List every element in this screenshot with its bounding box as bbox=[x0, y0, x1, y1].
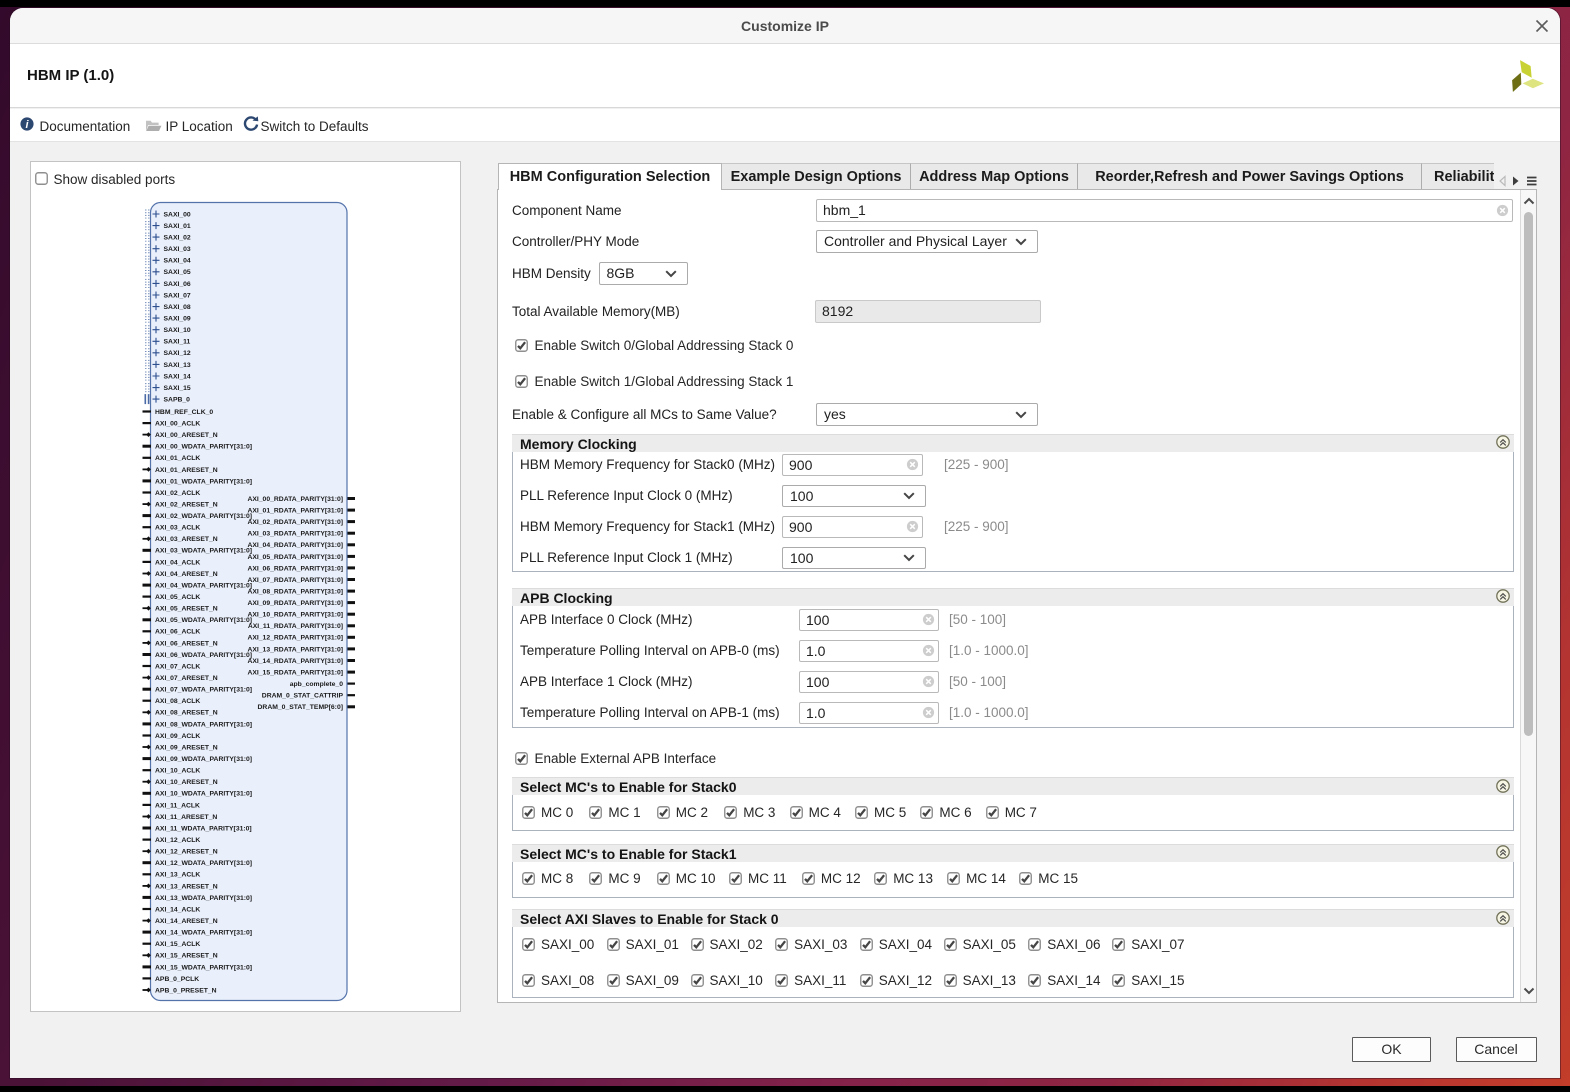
svg-text:DRAM_0_STAT_CATTRIP: DRAM_0_STAT_CATTRIP bbox=[261, 692, 343, 699]
svg-text:AXI_04_WDATA_PARITY[31:0]: AXI_04_WDATA_PARITY[31:0] bbox=[155, 582, 252, 589]
svg-text:DRAM_0_STAT_TEMP[6:0]: DRAM_0_STAT_TEMP[6:0] bbox=[257, 704, 342, 711]
svg-text:SAXI_12: SAXI_12 bbox=[163, 350, 190, 357]
svg-text:HBM_REF_CLK_0: HBM_REF_CLK_0 bbox=[155, 408, 213, 415]
svg-text:SAXI_04: SAXI_04 bbox=[163, 257, 190, 264]
svg-text:AXI_05_WDATA_PARITY[31:0]: AXI_05_WDATA_PARITY[31:0] bbox=[155, 617, 252, 624]
svg-text:AXI_10_ACLK: AXI_10_ACLK bbox=[155, 767, 200, 774]
svg-text:AXI_06_ACLK: AXI_06_ACLK bbox=[155, 628, 200, 635]
svg-text:AXI_04_ARESET_N: AXI_04_ARESET_N bbox=[155, 570, 218, 577]
svg-text:AXI_05_RDATA_PARITY[31:0]: AXI_05_RDATA_PARITY[31:0] bbox=[247, 553, 343, 560]
svg-text:SAXI_03: SAXI_03 bbox=[163, 246, 190, 253]
svg-text:APB_0_PRESET_N: APB_0_PRESET_N bbox=[155, 987, 217, 994]
svg-text:SAXI_02: SAXI_02 bbox=[163, 234, 190, 241]
svg-text:AXI_06_ARESET_N: AXI_06_ARESET_N bbox=[155, 640, 218, 647]
svg-text:AXI_02_ARESET_N: AXI_02_ARESET_N bbox=[155, 501, 218, 508]
svg-text:AXI_11_RDATA_PARITY[31:0]: AXI_11_RDATA_PARITY[31:0] bbox=[247, 623, 342, 630]
svg-text:AXI_05_ARESET_N: AXI_05_ARESET_N bbox=[155, 605, 218, 612]
svg-text:AXI_01_ARESET_N: AXI_01_ARESET_N bbox=[155, 466, 218, 473]
svg-text:SAXI_10: SAXI_10 bbox=[163, 327, 190, 334]
svg-text:AXI_00_RDATA_PARITY[31:0]: AXI_00_RDATA_PARITY[31:0] bbox=[247, 495, 343, 502]
svg-text:apb_complete_0: apb_complete_0 bbox=[289, 681, 342, 688]
svg-text:AXI_08_ARESET_N: AXI_08_ARESET_N bbox=[155, 709, 218, 716]
svg-text:AXI_15_RDATA_PARITY[31:0]: AXI_15_RDATA_PARITY[31:0] bbox=[247, 669, 343, 676]
svg-text:SAXI_06: SAXI_06 bbox=[163, 280, 190, 287]
svg-text:AXI_13_RDATA_PARITY[31:0]: AXI_13_RDATA_PARITY[31:0] bbox=[247, 646, 343, 653]
svg-text:AXI_11_WDATA_PARITY[31:0]: AXI_11_WDATA_PARITY[31:0] bbox=[155, 825, 252, 832]
svg-text:AXI_14_WDATA_PARITY[31:0]: AXI_14_WDATA_PARITY[31:0] bbox=[155, 929, 252, 936]
svg-text:AXI_13_ARESET_N: AXI_13_ARESET_N bbox=[155, 883, 218, 890]
svg-text:AXI_12_ARESET_N: AXI_12_ARESET_N bbox=[155, 848, 218, 855]
svg-text:SAXI_15: SAXI_15 bbox=[163, 385, 190, 392]
svg-text:AXI_15_ACLK: AXI_15_ACLK bbox=[155, 941, 200, 948]
svg-text:SAXI_11: SAXI_11 bbox=[163, 338, 190, 345]
svg-text:AXI_01_WDATA_PARITY[31:0]: AXI_01_WDATA_PARITY[31:0] bbox=[155, 478, 252, 485]
svg-text:SAXI_01: SAXI_01 bbox=[163, 223, 190, 230]
svg-text:AXI_15_ARESET_N: AXI_15_ARESET_N bbox=[155, 952, 218, 959]
svg-text:SAXI_09: SAXI_09 bbox=[163, 315, 190, 322]
svg-text:AXI_12_ACLK: AXI_12_ACLK bbox=[155, 837, 200, 844]
svg-text:AXI_09_ACLK: AXI_09_ACLK bbox=[155, 732, 200, 739]
svg-text:AXI_12_RDATA_PARITY[31:0]: AXI_12_RDATA_PARITY[31:0] bbox=[247, 634, 343, 641]
svg-text:SAXI_05: SAXI_05 bbox=[163, 269, 190, 276]
svg-text:AXI_08_WDATA_PARITY[31:0]: AXI_08_WDATA_PARITY[31:0] bbox=[155, 721, 252, 728]
svg-text:AXI_06_RDATA_PARITY[31:0]: AXI_06_RDATA_PARITY[31:0] bbox=[247, 565, 343, 572]
svg-text:AXI_14_ARESET_N: AXI_14_ARESET_N bbox=[155, 918, 218, 925]
svg-text:AXI_08_RDATA_PARITY[31:0]: AXI_08_RDATA_PARITY[31:0] bbox=[247, 588, 343, 595]
svg-text:AXI_00_ARESET_N: AXI_00_ARESET_N bbox=[155, 432, 218, 439]
svg-text:AXI_07_ARESET_N: AXI_07_ARESET_N bbox=[155, 675, 218, 682]
svg-text:AXI_05_ACLK: AXI_05_ACLK bbox=[155, 594, 200, 601]
svg-text:SAXI_08: SAXI_08 bbox=[163, 304, 190, 311]
svg-text:AXI_07_WDATA_PARITY[31:0]: AXI_07_WDATA_PARITY[31:0] bbox=[155, 686, 252, 693]
svg-text:AXI_00_ACLK: AXI_00_ACLK bbox=[155, 420, 200, 427]
svg-text:AXI_09_RDATA_PARITY[31:0]: AXI_09_RDATA_PARITY[31:0] bbox=[247, 600, 343, 607]
svg-text:AXI_10_RDATA_PARITY[31:0]: AXI_10_RDATA_PARITY[31:0] bbox=[247, 611, 343, 618]
svg-text:AXI_04_ACLK: AXI_04_ACLK bbox=[155, 559, 200, 566]
svg-text:SAPB_0: SAPB_0 bbox=[163, 396, 190, 403]
svg-text:AXI_01_ACLK: AXI_01_ACLK bbox=[155, 455, 200, 462]
svg-text:AXI_14_ACLK: AXI_14_ACLK bbox=[155, 906, 200, 913]
svg-text:AXI_11_ARESET_N: AXI_11_ARESET_N bbox=[155, 813, 217, 820]
svg-text:SAXI_14: SAXI_14 bbox=[163, 373, 190, 380]
svg-text:APB_0_PCLK: APB_0_PCLK bbox=[155, 975, 199, 982]
svg-text:AXI_06_WDATA_PARITY[31:0]: AXI_06_WDATA_PARITY[31:0] bbox=[155, 651, 252, 658]
svg-text:AXI_10_ARESET_N: AXI_10_ARESET_N bbox=[155, 779, 218, 786]
svg-text:AXI_03_ARESET_N: AXI_03_ARESET_N bbox=[155, 536, 218, 543]
svg-text:AXI_15_WDATA_PARITY[31:0]: AXI_15_WDATA_PARITY[31:0] bbox=[155, 964, 252, 971]
svg-text:AXI_11_ACLK: AXI_11_ACLK bbox=[155, 802, 200, 809]
svg-text:AXI_08_ACLK: AXI_08_ACLK bbox=[155, 698, 200, 705]
svg-text:AXI_02_WDATA_PARITY[31:0]: AXI_02_WDATA_PARITY[31:0] bbox=[155, 513, 252, 520]
svg-text:AXI_07_RDATA_PARITY[31:0]: AXI_07_RDATA_PARITY[31:0] bbox=[247, 576, 343, 583]
svg-text:SAXI_13: SAXI_13 bbox=[163, 361, 190, 368]
svg-text:AXI_14_RDATA_PARITY[31:0]: AXI_14_RDATA_PARITY[31:0] bbox=[247, 657, 343, 664]
svg-text:AXI_01_RDATA_PARITY[31:0]: AXI_01_RDATA_PARITY[31:0] bbox=[247, 507, 343, 514]
svg-text:AXI_12_WDATA_PARITY[31:0]: AXI_12_WDATA_PARITY[31:0] bbox=[155, 860, 252, 867]
svg-text:AXI_02_RDATA_PARITY[31:0]: AXI_02_RDATA_PARITY[31:0] bbox=[247, 519, 343, 526]
svg-text:AXI_00_WDATA_PARITY[31:0]: AXI_00_WDATA_PARITY[31:0] bbox=[155, 443, 252, 450]
svg-text:AXI_13_ACLK: AXI_13_ACLK bbox=[155, 871, 200, 878]
svg-text:AXI_03_RDATA_PARITY[31:0]: AXI_03_RDATA_PARITY[31:0] bbox=[247, 530, 343, 537]
svg-text:AXI_02_ACLK: AXI_02_ACLK bbox=[155, 489, 200, 496]
svg-text:AXI_03_WDATA_PARITY[31:0]: AXI_03_WDATA_PARITY[31:0] bbox=[155, 547, 252, 554]
svg-text:AXI_04_RDATA_PARITY[31:0]: AXI_04_RDATA_PARITY[31:0] bbox=[247, 542, 343, 549]
svg-text:AXI_10_WDATA_PARITY[31:0]: AXI_10_WDATA_PARITY[31:0] bbox=[155, 790, 252, 797]
svg-text:AXI_03_ACLK: AXI_03_ACLK bbox=[155, 524, 200, 531]
svg-text:AXI_13_WDATA_PARITY[31:0]: AXI_13_WDATA_PARITY[31:0] bbox=[155, 894, 252, 901]
svg-text:SAXI_07: SAXI_07 bbox=[163, 292, 190, 299]
svg-text:AXI_09_WDATA_PARITY[31:0]: AXI_09_WDATA_PARITY[31:0] bbox=[155, 756, 252, 763]
svg-text:SAXI_00: SAXI_00 bbox=[163, 211, 190, 218]
svg-text:AXI_07_ACLK: AXI_07_ACLK bbox=[155, 663, 200, 670]
svg-text:AXI_09_ARESET_N: AXI_09_ARESET_N bbox=[155, 744, 218, 751]
